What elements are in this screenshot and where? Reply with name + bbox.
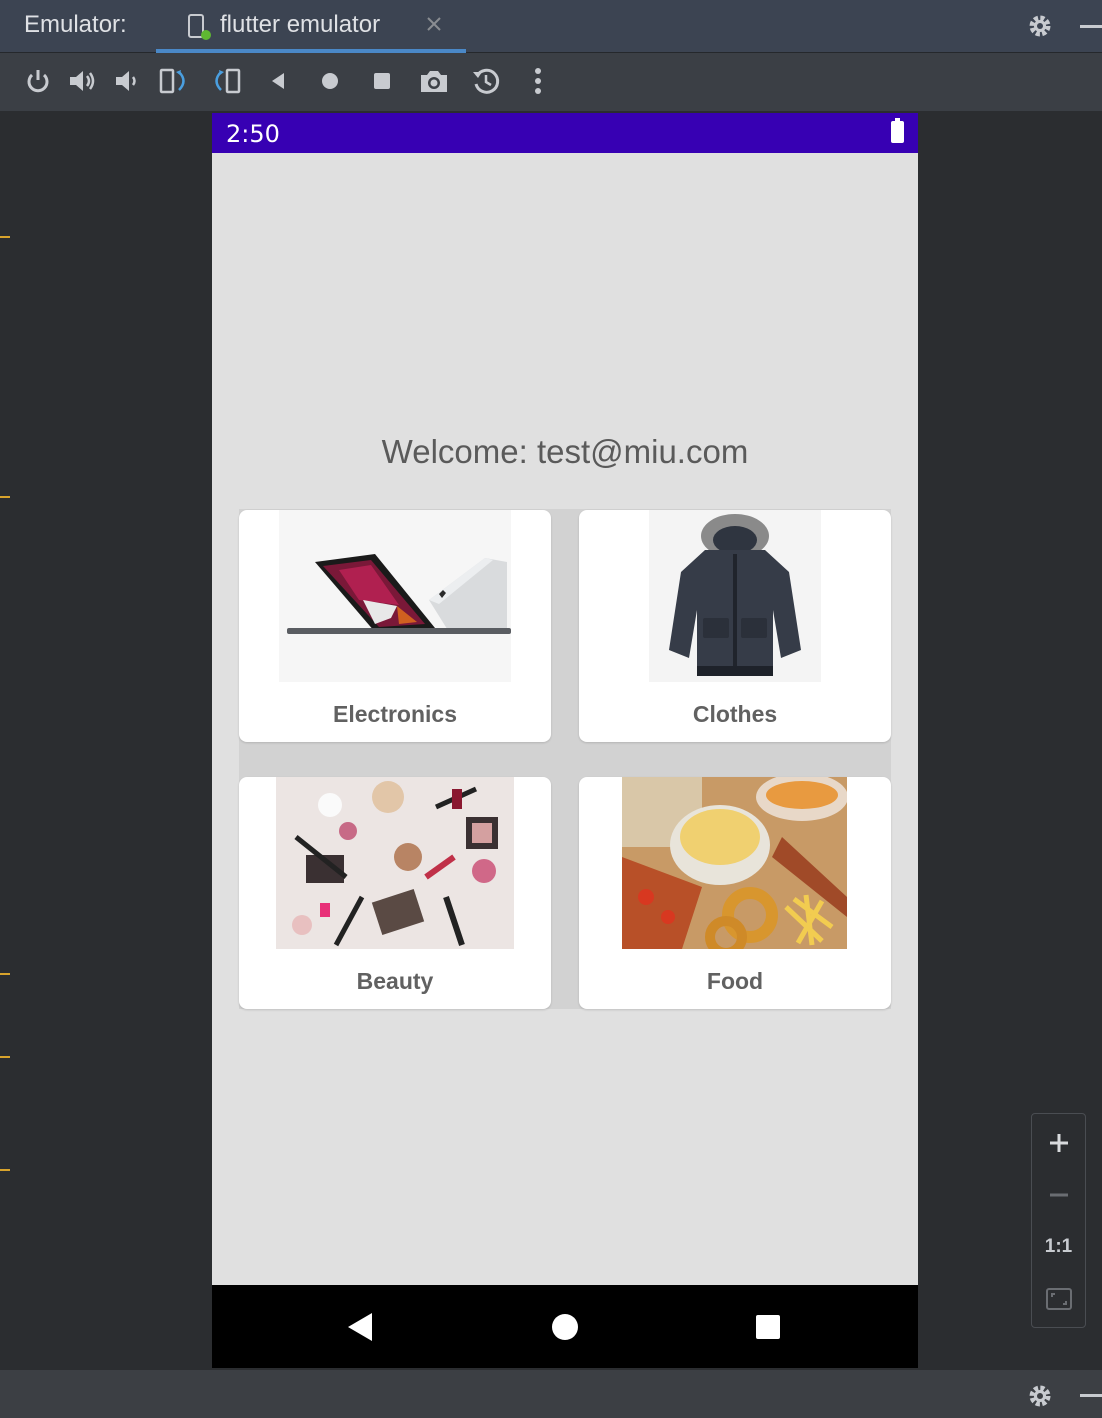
emulator-label: Emulator: [24,11,127,38]
back-button[interactable] [262,65,294,97]
gear-icon[interactable] [1026,1382,1054,1410]
device-screen[interactable]: 2:50 Welcome: test@miu.com Electronics C… [212,113,918,1368]
device-icon [188,14,211,40]
left-panel-edge [0,111,10,1370]
rail-marker [0,973,10,975]
cosmetics-image [276,777,514,949]
zoom-out-button[interactable] [1032,1170,1085,1220]
minimize-icon[interactable] [1080,25,1102,28]
home-icon [322,73,338,89]
tool-window-header: Emulator: flutter emulator [0,0,1102,53]
more-vertical-icon [535,68,541,94]
snapshot-icon [473,68,500,94]
screenshot-button[interactable] [418,65,450,97]
category-card-clothes[interactable]: Clothes [579,510,891,742]
nav-overview-icon[interactable] [752,1311,784,1343]
minus-icon [1049,1193,1068,1197]
battery-icon [891,118,904,143]
plus-icon [1049,1134,1068,1152]
welcome-text: Welcome: test@miu.com [381,433,749,470]
nav-home-icon[interactable] [549,1311,581,1343]
overview-button[interactable] [366,65,398,97]
gear-icon[interactable] [1026,12,1054,40]
zoom-controls: 1:1 [1031,1113,1086,1328]
category-label: Clothes [692,701,778,727]
rotate-right-icon [215,68,241,94]
close-icon[interactable] [424,14,444,34]
laptop-image [279,510,511,682]
rail-marker [0,236,10,238]
category-label: Electronics [333,701,457,727]
minimize-icon[interactable] [1080,1394,1102,1397]
power-button[interactable] [22,65,54,97]
bottom-tool-strip [0,1370,1102,1418]
rail-marker [0,1056,10,1058]
rotate-left-button[interactable] [158,65,190,97]
jacket-image [649,510,821,682]
actual-size-button[interactable]: 1:1 [1032,1222,1085,1272]
volume-up-icon [70,71,95,91]
emulator-toolbar [0,53,1102,111]
status-time: 2:50 [226,120,280,148]
volume-up-button[interactable] [66,65,98,97]
zoom-in-button[interactable] [1032,1118,1085,1168]
snacks-image [622,777,847,949]
fit-screen-button[interactable] [1032,1274,1085,1324]
home-button[interactable] [314,65,346,97]
rail-marker [0,1169,10,1171]
rotate-left-icon [159,68,185,94]
camera-icon [421,71,447,92]
snapshot-button[interactable] [470,65,502,97]
category-card-beauty[interactable]: Beauty [239,777,551,1009]
tab-flutter-emulator[interactable]: flutter emulator [156,0,466,53]
more-options-button[interactable] [522,65,554,97]
rail-marker [0,496,10,498]
tab-title: flutter emulator [220,11,381,38]
volume-down-icon [116,71,136,91]
category-card-electronics[interactable]: Electronics [239,510,551,742]
android-nav-bar [212,1285,918,1368]
overview-icon [374,73,390,89]
category-label: Beauty [356,968,434,994]
power-icon [27,70,49,93]
category-label: Food [706,968,764,994]
volume-down-button[interactable] [110,65,142,97]
back-icon [272,73,284,89]
status-bar: 2:50 [212,113,918,153]
category-card-food[interactable]: Food [579,777,891,1009]
rotate-right-button[interactable] [210,65,242,97]
fit-screen-icon [1045,1288,1072,1310]
nav-back-icon[interactable] [344,1311,376,1343]
